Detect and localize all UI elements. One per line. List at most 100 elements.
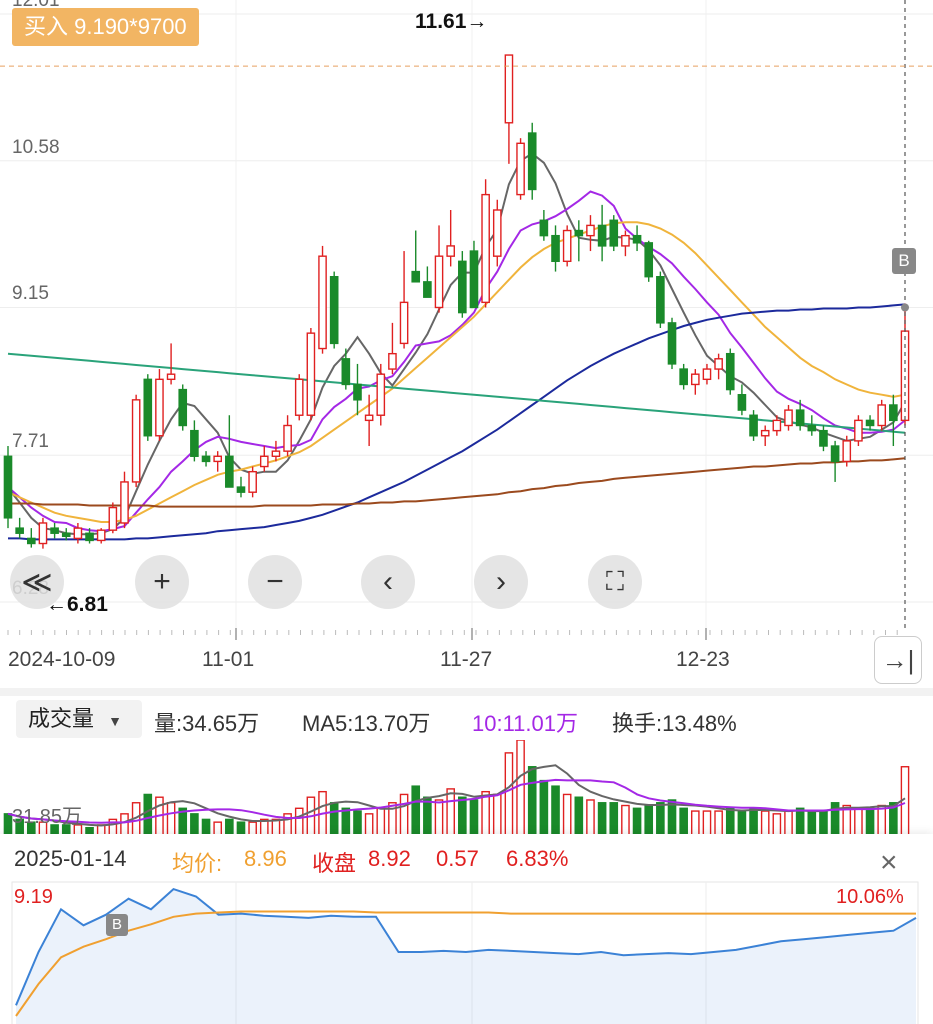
candle-body [527,132,537,191]
candle-body [434,255,444,309]
y-tick-label: 9.15 [12,283,49,305]
candle-body [294,378,304,416]
candle-body [597,224,607,247]
candle-body [656,276,665,324]
volume-bar [353,810,362,836]
x-label-3: 12-23 [676,648,730,671]
candle-body [481,193,490,304]
collapse-icon[interactable]: ≪ [10,555,64,609]
volume-bar [737,810,747,836]
candle-body [877,404,887,427]
volume-bar [527,766,537,836]
popup-close-value: 8.92 [368,846,411,871]
intraday-chart [11,881,919,1024]
candles [3,54,910,549]
volume-bar [632,807,642,836]
prev-icon[interactable]: ‹ [361,555,415,609]
price-grid [0,0,933,630]
volume-bar [609,802,619,836]
candle-body [679,368,688,386]
candle-body [376,373,386,416]
candle-body [364,414,374,422]
trade-badge[interactable]: 买入 9.190*9700 [12,8,199,46]
x-label-0: 2024-10-09 [8,648,116,671]
candle-body [807,424,817,432]
candle-body [725,352,735,391]
volume-bar [760,810,770,836]
volume-bar [702,810,712,836]
zoom-in-icon[interactable]: + [135,555,189,609]
volume-bar [784,810,793,836]
candle-body [306,332,316,416]
candle-body [446,245,455,257]
popup-avg-value: 8.96 [244,846,287,871]
candle-body [399,301,409,345]
candle-body [96,529,106,542]
candle-body [539,219,549,237]
candle-body [248,470,257,493]
candle-body [341,358,351,386]
volume-bar [586,799,595,836]
candle-body [50,527,59,534]
volume-bar [376,807,386,836]
intraday-pct-high: 10.06% [836,886,904,908]
volume-bar [772,813,782,836]
volume-ma5-line [7,764,906,827]
scroll-to-end-icon[interactable]: →| [874,636,922,684]
volume-bar [714,810,723,836]
intraday-buy-marker: B [106,914,128,936]
volume-bar [190,813,199,836]
candle-body [3,455,13,519]
candle-body [15,527,24,534]
volume-bar [120,813,129,836]
high-annotation: 11.61→ [415,10,488,33]
zoom-out-icon[interactable]: − [248,555,302,609]
candle-body [271,450,281,457]
volume-bar [364,813,374,836]
candle-body [574,229,584,237]
volume-bar [854,807,863,836]
candle-body [120,481,129,524]
volume-bar [691,810,700,836]
indicator-selector[interactable]: 成交量 ▼ [16,700,142,738]
volume-bar [597,802,607,836]
volume-axis-label: 31.85万 [12,806,83,828]
candle-body [551,234,560,263]
candle-body [714,358,723,370]
candle-body [318,255,327,350]
volume-ma5: MA5:13.70万 [302,711,431,736]
volume-bar [341,807,351,836]
candle-body [236,486,246,493]
volume-bar [434,799,444,836]
buy-marker[interactable]: B [892,248,916,274]
candle-body [131,399,141,483]
candle-body [889,404,898,422]
ma-line-ma250 [8,457,906,508]
volume-bar [516,740,525,836]
x-axis-ticks [7,628,898,640]
candle-body [784,409,793,427]
next-icon[interactable]: › [474,555,528,609]
volume-bar [562,793,572,836]
volume-ma10-line [7,778,906,824]
volume-chart [3,740,910,836]
moving-average-lines [7,152,906,541]
volume-bar [469,799,479,836]
volume-bar [795,807,805,836]
candle-body [795,409,805,427]
turnover-rate: 换手:13.48% [612,711,737,736]
popup-change: 0.57 [436,846,479,871]
candle-body [411,270,421,283]
candle-body [225,455,234,488]
volume-bar [399,793,409,836]
candle-body [353,383,362,401]
volume-bar [423,796,432,836]
close-icon[interactable]: × [880,846,898,880]
volume-bar [329,802,339,836]
volume-bar [539,779,549,836]
fullscreen-icon[interactable]: ⛶ [588,555,642,609]
candle-body [26,537,36,545]
candlestick-chart[interactable] [0,0,933,630]
popup-close-label: 收盘 [312,851,357,876]
candle-body [667,322,677,365]
